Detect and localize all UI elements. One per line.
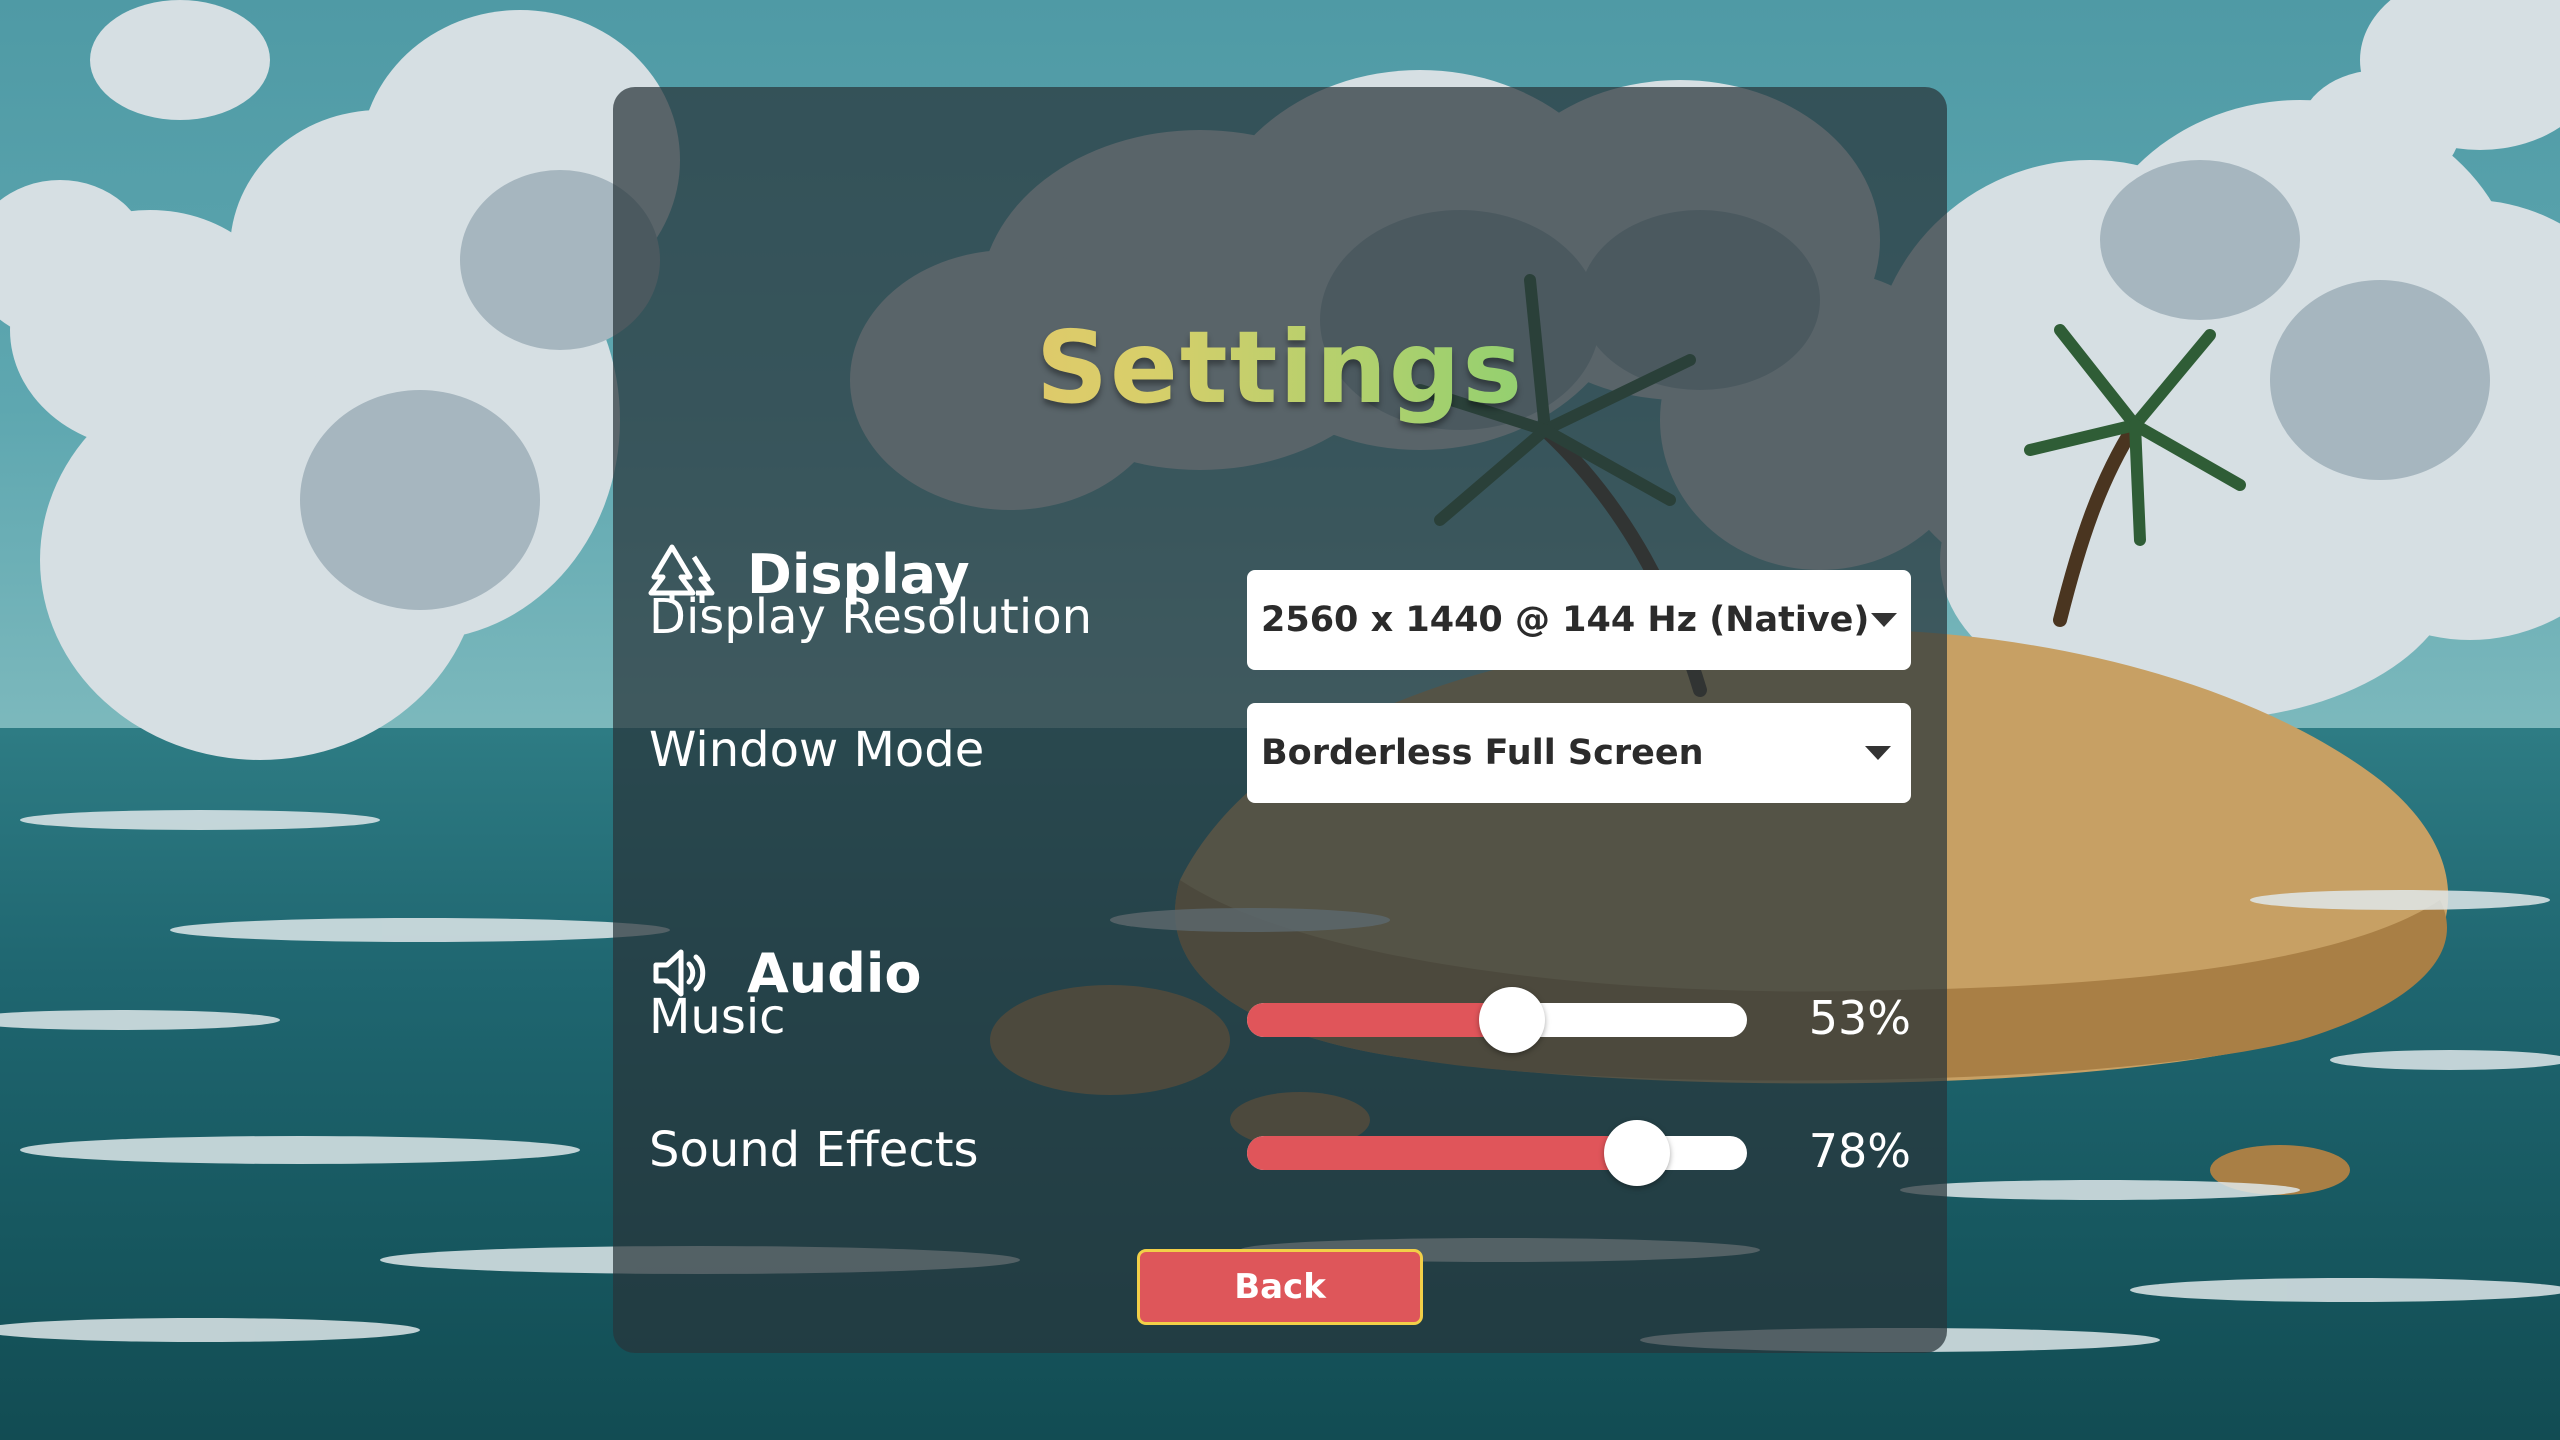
window-mode-value: Borderless Full Screen: [1261, 733, 1704, 773]
sound-effects-slider[interactable]: [1247, 1118, 1747, 1188]
display-resolution-value: 2560 x 1440 @ 144 Hz (Native): [1261, 600, 1870, 640]
window-mode-label: Window Mode: [649, 722, 985, 778]
display-resolution-dropdown[interactable]: 2560 x 1440 @ 144 Hz (Native): [1247, 570, 1911, 670]
sound-effects-slider-thumb[interactable]: [1604, 1120, 1670, 1186]
sound-effects-value: 78%: [1808, 1124, 1911, 1178]
music-slider-thumb[interactable]: [1479, 987, 1545, 1053]
display-resolution-label: Display Resolution: [649, 589, 1092, 645]
settings-panel: Settings Display Display Resolution 2560…: [613, 87, 1947, 1353]
sound-effects-slider-track: [1247, 1136, 1747, 1170]
chevron-down-icon: [1869, 610, 1899, 630]
music-slider[interactable]: [1247, 985, 1747, 1055]
window-mode-dropdown[interactable]: Borderless Full Screen: [1247, 703, 1911, 803]
music-value: 53%: [1808, 991, 1911, 1045]
chevron-down-icon: [1863, 743, 1893, 763]
music-label: Music: [649, 989, 786, 1045]
sound-effects-slider-fill: [1247, 1136, 1637, 1170]
back-button[interactable]: Back: [1137, 1249, 1423, 1325]
sound-effects-label: Sound Effects: [649, 1122, 979, 1178]
music-slider-fill: [1247, 1003, 1512, 1037]
page-title: Settings: [613, 309, 1947, 426]
